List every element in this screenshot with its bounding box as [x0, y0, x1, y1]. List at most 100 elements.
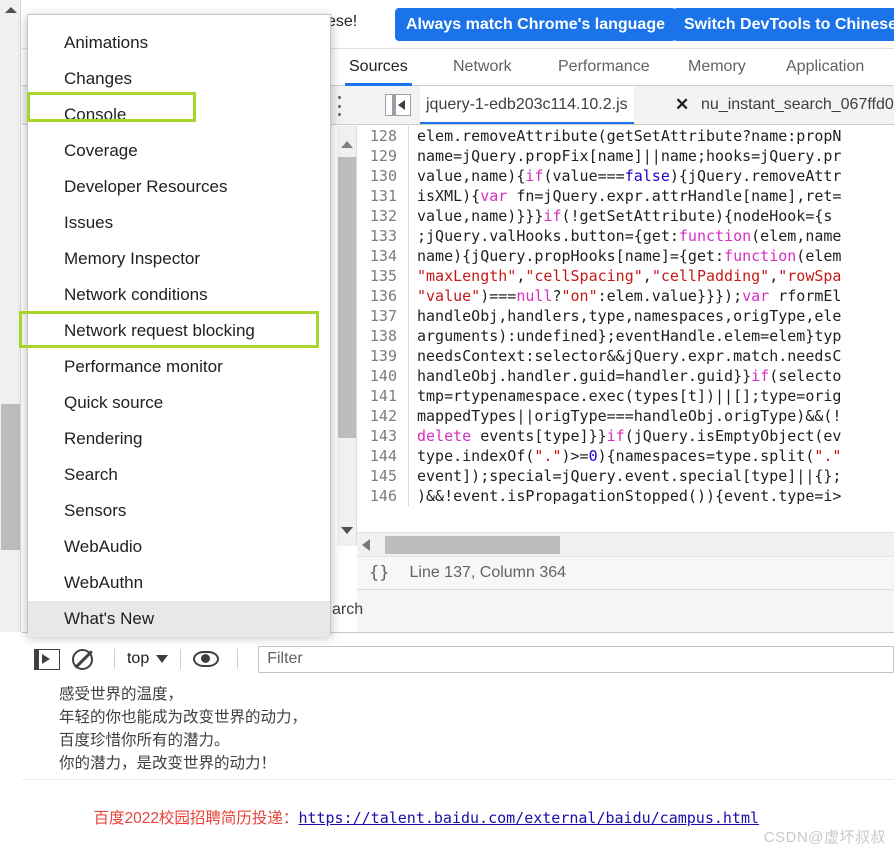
- editor-scrollbar-thumb[interactable]: [338, 157, 356, 438]
- menu-item-animations[interactable]: Animations: [28, 25, 330, 61]
- code-text: name=jQuery.propFix[name]||name;hooks=jQ…: [417, 147, 842, 165]
- toolbar-divider-2: [180, 649, 182, 669]
- console-filter-input[interactable]: [258, 645, 894, 673]
- editor-scroll-up-icon[interactable]: [337, 134, 357, 154]
- file-tab-jquery[interactable]: jquery-1-edb203c114.10.2.js: [420, 86, 634, 124]
- menu-item-rendering[interactable]: Rendering: [28, 421, 330, 457]
- tab-memory[interactable]: Memory: [684, 49, 750, 86]
- code-text: elem.removeAttribute(getSetAttribute?nam…: [417, 127, 842, 145]
- poem-line: 百度珍惜你所有的潜力。: [59, 731, 230, 749]
- devtools-screenshot: ese! Always match Chrome's language Swit…: [0, 0, 894, 851]
- code-line: 138 arguments):undefined};eventHandle.ele…: [357, 326, 894, 346]
- code-line: 132 value,name)}}}if(!getSetAttribute){no…: [357, 206, 894, 226]
- always-match-language-button[interactable]: Always match Chrome's language: [395, 8, 676, 41]
- console-sidebar-toggle-icon[interactable]: [32, 646, 62, 672]
- code-line: 146 )&&!event.isPropagationStopped()){eve…: [357, 486, 894, 506]
- line-number: 128: [357, 126, 409, 146]
- watermark: CSDN@虚坏叔叔: [763, 829, 886, 846]
- menu-item-webauthn[interactable]: WebAuthn: [28, 565, 330, 601]
- menu-item-search[interactable]: Search: [28, 457, 330, 493]
- code-line: 142 mappedTypes||origType===handleObj.ori…: [357, 406, 894, 426]
- code-line: 137 handleObj,handlers,type,namespaces,or…: [357, 306, 894, 326]
- code-text: delete events[type]}}if(jQuery.isEmptyOb…: [417, 427, 842, 445]
- tab-sources[interactable]: Sources: [345, 49, 412, 86]
- clear-console-icon[interactable]: [68, 646, 98, 672]
- code-line: 143 delete events[type]}}if(jQuery.isEmpt…: [357, 426, 894, 446]
- code-line: 139 needsContext:selector&&jQuery.expr.ma…: [357, 346, 894, 366]
- code-text: handleObj,handlers,type,namespaces,origT…: [417, 307, 842, 325]
- search-strip: arch: [332, 590, 894, 632]
- code-text: handleObj.handler.guid=handler.guid}}if(…: [417, 367, 842, 385]
- execution-context-selector[interactable]: top: [125, 650, 170, 668]
- pretty-print-icon[interactable]: {}: [369, 563, 389, 583]
- menu-item-performance-monitor[interactable]: Performance monitor: [28, 349, 330, 385]
- code-text: event]);special=jQuery.event.special[typ…: [417, 467, 842, 485]
- file-tab-close-icon[interactable]: ✕: [675, 96, 689, 114]
- line-number: 135: [357, 266, 409, 286]
- code-line: 141 tmp=rtypenamespace.exec(types[t])||[]…: [357, 386, 894, 406]
- line-number: 146: [357, 486, 409, 506]
- line-number: 139: [357, 346, 409, 366]
- editor-vertical-scrollbar[interactable]: [337, 126, 357, 546]
- line-number: 131: [357, 186, 409, 206]
- more-options-kebab-icon[interactable]: [330, 96, 348, 116]
- toolbar-divider: [113, 649, 115, 669]
- menu-item-network-request-blocking[interactable]: Network request blocking: [28, 313, 330, 349]
- code-text: name){jQuery.propHooks[name]={get:functi…: [417, 247, 842, 265]
- menu-item-changes[interactable]: Changes: [28, 61, 330, 97]
- recruit-link[interactable]: https://talent.baidu.com/external/baidu/…: [298, 809, 759, 827]
- chevron-down-icon: [156, 655, 169, 663]
- menu-item-console[interactable]: Console: [28, 97, 330, 133]
- file-tab-instant-search[interactable]: nu_instant_search_067ffd0.: [701, 86, 894, 124]
- page-scrollbar-thumb[interactable]: [1, 404, 20, 550]
- menu-item-what-s-new[interactable]: What's New: [28, 601, 330, 637]
- tab-network[interactable]: Network: [449, 49, 516, 86]
- code-text: arguments):undefined};eventHandle.elem=e…: [417, 327, 842, 345]
- execution-context-label: top: [126, 650, 150, 667]
- code-line: 144 type.indexOf(".")>=0){namespaces=type…: [357, 446, 894, 466]
- line-number: 133: [357, 226, 409, 246]
- code-text: "maxLength","cellSpacing","cellPadding",…: [417, 267, 842, 285]
- toolbar-divider-3: [237, 649, 239, 669]
- tab-performance[interactable]: Performance: [554, 49, 654, 86]
- navigator-toggle-icon[interactable]: [385, 94, 411, 116]
- menu-item-network-conditions[interactable]: Network conditions: [28, 277, 330, 313]
- hscroll-left-arrow-icon[interactable]: [362, 539, 370, 551]
- menu-item-quick-source[interactable]: Quick source: [28, 385, 330, 421]
- menu-item-sensors[interactable]: Sensors: [28, 493, 330, 529]
- poem-line: 你的潜力，是改变世界的动力！: [59, 754, 277, 772]
- line-number: 138: [357, 326, 409, 346]
- poem-line: 年轻的你也能成为改变世界的动力，: [59, 708, 308, 726]
- code-text: )&&!event.isPropagationStopped()){event.…: [417, 487, 842, 505]
- console-toolbar: top: [22, 641, 894, 677]
- menu-item-coverage[interactable]: Coverage: [28, 133, 330, 169]
- live-expression-eye-icon[interactable]: [191, 646, 221, 672]
- code-text: needsContext:selector&&jQuery.expr.match…: [417, 347, 842, 365]
- code-line: 130 value,name){if(value===false){jQuery.…: [357, 166, 894, 186]
- menu-item-issues[interactable]: Issues: [28, 205, 330, 241]
- code-text: tmp=rtypenamespace.exec(types[t])||[];ty…: [417, 387, 842, 405]
- line-number: 132: [357, 206, 409, 226]
- code-text: "value")===null?"on":elem.value}}});var …: [417, 287, 842, 305]
- code-line: 133 ;jQuery.valHooks.button={get:function…: [357, 226, 894, 246]
- menu-item-developer-resources[interactable]: Developer Resources: [28, 169, 330, 205]
- console-message-poem: 感受世界的温度， 年轻的你也能成为改变世界的动力， 百度珍惜你所有的潜力。 你的…: [22, 681, 894, 780]
- code-text: mappedTypes||origType===handleObj.origTy…: [417, 407, 842, 425]
- editor-horizontal-scrollbar[interactable]: [357, 532, 894, 556]
- scroll-up-arrow-icon[interactable]: [0, 0, 21, 20]
- code-text: value,name)}}}if(!getSetAttribute){nodeH…: [417, 207, 833, 225]
- menu-item-webaudio[interactable]: WebAudio: [28, 529, 330, 565]
- switch-devtools-language-button[interactable]: Switch DevTools to Chinese: [673, 8, 894, 41]
- code-editor[interactable]: 128 elem.removeAttribute(getSetAttribute?…: [357, 126, 894, 532]
- line-number: 144: [357, 446, 409, 466]
- code-line: 135 "maxLength","cellSpacing","cellPaddin…: [357, 266, 894, 286]
- hscroll-thumb[interactable]: [385, 536, 560, 554]
- line-number: 134: [357, 246, 409, 266]
- line-number: 143: [357, 426, 409, 446]
- editor-scroll-down-icon[interactable]: [337, 520, 357, 540]
- line-number: 129: [357, 146, 409, 166]
- line-number: 141: [357, 386, 409, 406]
- menu-item-memory-inspector[interactable]: Memory Inspector: [28, 241, 330, 277]
- page-scrollbar[interactable]: [0, 0, 21, 632]
- tab-application[interactable]: Application: [782, 49, 868, 86]
